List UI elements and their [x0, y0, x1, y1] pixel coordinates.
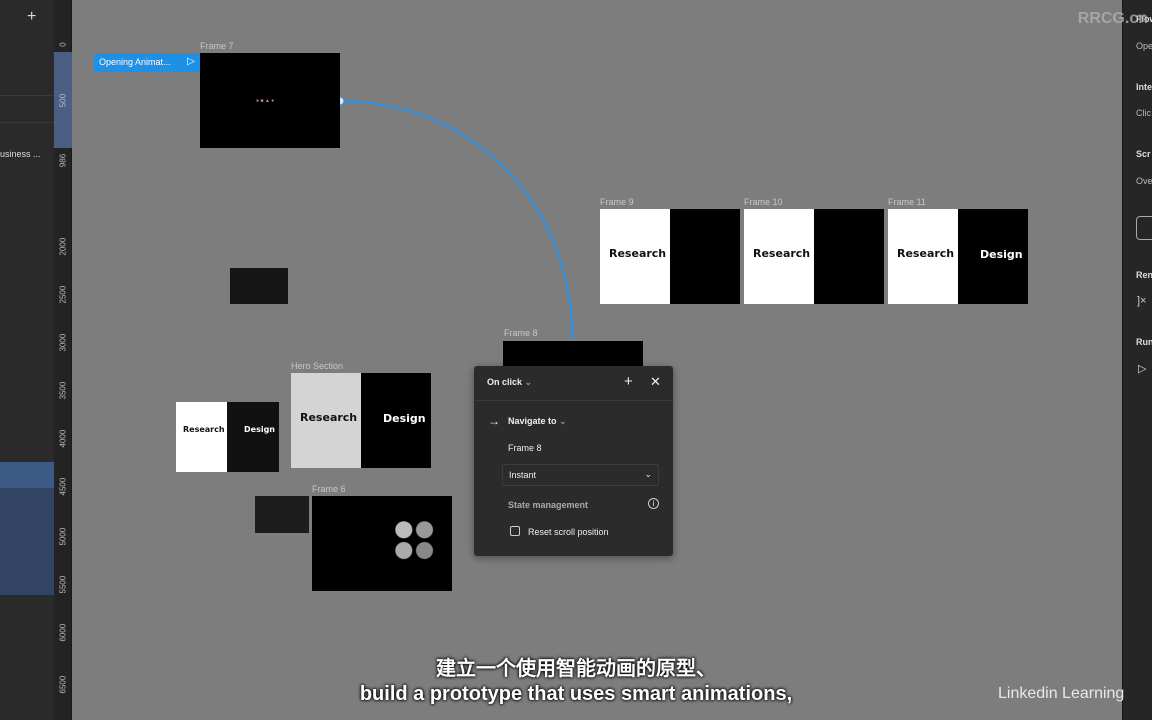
frame-6[interactable]: [312, 496, 452, 591]
frame-10[interactable]: Research: [744, 209, 884, 304]
reset-scroll-checkbox[interactable]: [510, 526, 520, 536]
frame-label[interactable]: Frame 6: [312, 484, 346, 494]
trigger-select[interactable]: On click ⌄: [487, 377, 532, 388]
frame-7[interactable]: ● ■ ▲ ●: [200, 53, 340, 148]
design-text: Design: [383, 412, 426, 425]
arrow-right-icon: →: [488, 414, 500, 428]
flow-label: Opening Animat...: [99, 57, 171, 67]
flow-item[interactable]: Ope: [1136, 41, 1152, 51]
subtitle-english: build a prototype that uses smart animat…: [359, 683, 793, 705]
frame-label[interactable]: Frame 10: [744, 197, 783, 207]
research-text: Research: [897, 247, 955, 260]
chevron-down-icon: ⌄: [644, 469, 652, 479]
frame-label[interactable]: Frame 7: [200, 41, 234, 51]
info-icon[interactable]: i: [648, 498, 659, 509]
destination-select[interactable]: Frame 8: [508, 443, 542, 453]
resize-icon[interactable]: ]×: [1137, 295, 1146, 307]
interaction-item[interactable]: Clic: [1136, 108, 1151, 118]
frame-6-thumb[interactable]: [255, 496, 309, 533]
frame-label[interactable]: Frame 11: [888, 197, 926, 207]
interaction-popup: On click ⌄ + ✕ → Navigate to ⌄ Frame 8 I…: [474, 366, 673, 556]
panel-heading: Inte: [1136, 82, 1152, 92]
overflow-item[interactable]: Ove: [1136, 176, 1152, 186]
close-icon[interactable]: ✕: [650, 374, 661, 390]
play-icon[interactable]: ▷: [1138, 362, 1146, 375]
linkedin-learning-logo: Linkedin Learning: [998, 685, 1125, 702]
frame-9[interactable]: Research: [600, 209, 740, 304]
frame-label[interactable]: Frame 9: [600, 197, 634, 207]
research-text: Research: [609, 247, 667, 260]
research-text: Research: [183, 425, 225, 434]
research-text: Research: [753, 247, 811, 260]
frame-preview[interactable]: Research Design: [176, 402, 279, 472]
action-select[interactable]: Navigate to ⌄: [508, 416, 567, 427]
frame-small[interactable]: [230, 268, 288, 304]
animation-value: Instant: [509, 470, 537, 480]
trigger-label: On click: [487, 377, 523, 387]
panel-heading: Scr: [1136, 149, 1151, 159]
animation-select[interactable]: Instant ⌄: [502, 464, 659, 486]
hero-section-frame[interactable]: Research Design: [291, 373, 431, 468]
frame-label[interactable]: Hero Section: [291, 361, 343, 371]
subtitle-chinese: 建立一个使用智能动画的原型、: [436, 658, 716, 680]
flow-starting-point[interactable]: Opening Animat... ▷: [94, 53, 200, 72]
design-text: Design: [244, 425, 275, 434]
properties-panel: Flow Ope Inte Clic Scr Ove Ren ]× Run ▷: [1122, 0, 1152, 720]
action-label: Navigate to: [508, 416, 557, 426]
watermark: RRCG.cn: [1077, 10, 1148, 27]
play-frame-icon[interactable]: ▷: [187, 56, 195, 67]
plus-icon[interactable]: +: [624, 373, 633, 390]
research-text: Research: [300, 411, 358, 424]
panel-heading: Run: [1136, 337, 1152, 347]
panel-heading: Ren: [1136, 270, 1152, 280]
reset-scroll-label: Reset scroll position: [528, 527, 609, 537]
panel-button[interactable]: [1136, 216, 1152, 240]
design-text: Design: [980, 248, 1023, 261]
frame-label[interactable]: Frame 8: [504, 328, 538, 338]
frame-11[interactable]: Research Design: [888, 209, 1028, 304]
state-management-label: State management: [508, 500, 589, 510]
frame-8[interactable]: [503, 341, 643, 366]
